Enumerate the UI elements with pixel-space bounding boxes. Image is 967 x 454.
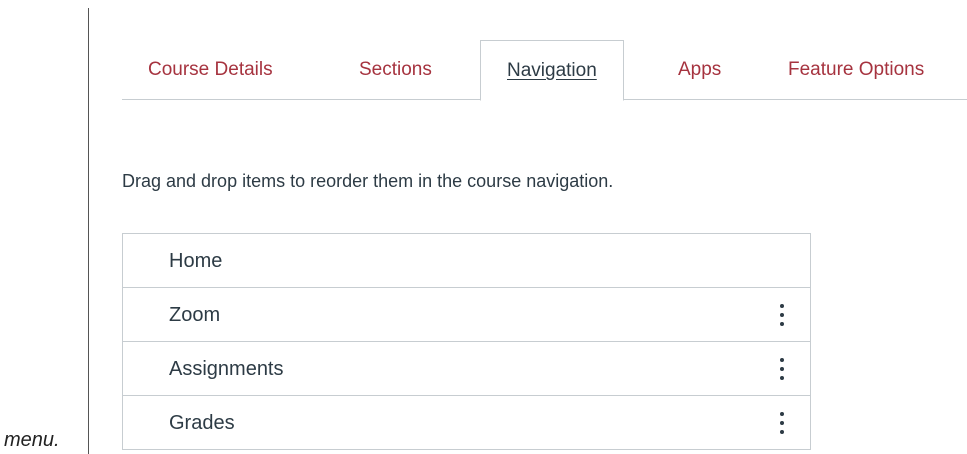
tab-label: Navigation — [507, 60, 597, 81]
nav-item-label: Assignments — [169, 358, 284, 380]
tab-label: Sections — [359, 59, 432, 80]
nav-item-label: Zoom — [169, 304, 221, 326]
course-navigation-list: Home Zoom Assignments Grades — [122, 233, 811, 450]
nav-item-zoom[interactable]: Zoom — [123, 288, 810, 342]
tab-apps[interactable]: Apps — [678, 40, 721, 100]
tab-feature-options[interactable]: Feature Options — [788, 40, 924, 100]
tab-navigation[interactable]: Navigation — [480, 40, 624, 101]
caption-text: menu. — [4, 429, 60, 451]
tab-course-details[interactable]: Course Details — [148, 40, 273, 100]
vertical-ellipsis-icon[interactable] — [776, 357, 788, 381]
tab-label: Feature Options — [788, 59, 925, 80]
nav-item-grades[interactable]: Grades — [123, 396, 810, 450]
nav-item-label: Home — [169, 250, 223, 272]
nav-item-label: Grades — [169, 412, 235, 434]
settings-tabs: Course Details Sections Navigation Apps … — [122, 40, 967, 101]
tab-label: Course Details — [148, 59, 273, 80]
nav-item-assignments[interactable]: Assignments — [123, 342, 810, 396]
tab-sections[interactable]: Sections — [359, 40, 432, 100]
navigation-instructions: Drag and drop items to reorder them in t… — [122, 171, 614, 191]
tab-label: Apps — [678, 59, 722, 80]
course-settings-page: menu. Course Details Sections Navigation… — [0, 0, 967, 454]
nav-item-home[interactable]: Home — [123, 234, 810, 288]
vertical-ellipsis-icon[interactable] — [776, 411, 788, 435]
vertical-ellipsis-icon[interactable] — [776, 303, 788, 327]
left-divider — [88, 8, 89, 454]
